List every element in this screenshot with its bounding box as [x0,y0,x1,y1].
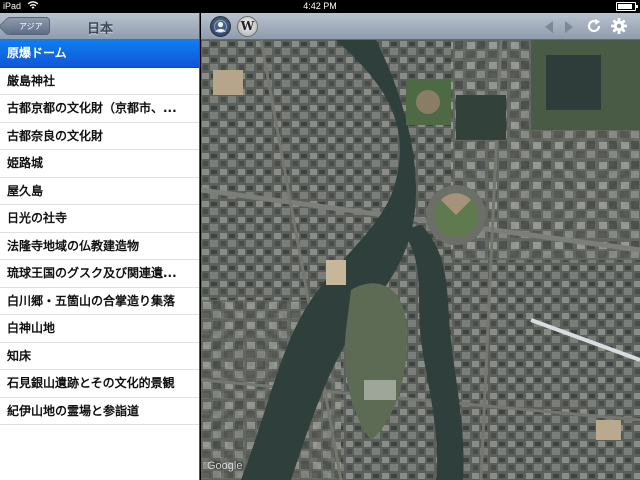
list-item[interactable]: 白川郷・五箇山の合掌造り集落 [0,288,199,315]
sidebar-nav-bar: アジア 日本 [0,13,199,40]
google-attribution: Google [207,460,243,472]
list-item[interactable]: 屋久島 [0,178,199,205]
list-item[interactable]: 琉球王国のグスク及び関連遺... [0,260,199,288]
list-item[interactable]: 古都奈良の文化財 [0,123,199,150]
satellite-map[interactable]: Google [201,40,640,480]
arrow-right-icon[interactable] [562,19,576,35]
sidebar-title: 日本 [86,22,113,37]
list-item[interactable]: 日光の社寺 [0,205,199,233]
list-item[interactable]: 白神山地 [0,315,199,343]
battery-icon [616,2,638,11]
status-bar: iPad 4:42 PM [0,0,640,13]
refresh-icon[interactable] [586,18,602,34]
list-item[interactable]: 法隆寺地域の仏教建造物 [0,233,199,260]
list-item[interactable]: 知床 [0,343,199,370]
sidebar: アジア 日本 原爆ドーム 厳島神社 古都京都の文化財（京都市、... 古都奈良の文化財… [0,13,200,480]
arrow-left-icon[interactable] [542,19,556,35]
list-item[interactable]: 石見銀山遺跡とその文化的景観 [0,370,199,398]
list-item[interactable]: 原爆ドーム [0,40,199,68]
gear-icon[interactable] [610,17,628,35]
map-panel: W Google [201,13,640,480]
satellite-imagery [201,40,640,480]
person-icon[interactable] [210,16,231,37]
list-item[interactable]: 古都京都の文化財（京都市、... [0,95,199,123]
map-toolbar: W [201,13,640,40]
list-item[interactable]: 厳島神社 [0,68,199,95]
clock: 4:42 PM [303,1,337,11]
list-item[interactable]: 紀伊山地の霊場と参詣道 [0,398,199,425]
heritage-site-list: 原爆ドーム 厳島神社 古都京都の文化財（京都市、... 古都奈良の文化財 姫路城 屋久島日… [0,40,199,425]
battery-fill [618,4,633,9]
list-item[interactable]: 姫路城 [0,150,199,178]
wikipedia-button[interactable]: W [237,16,258,37]
